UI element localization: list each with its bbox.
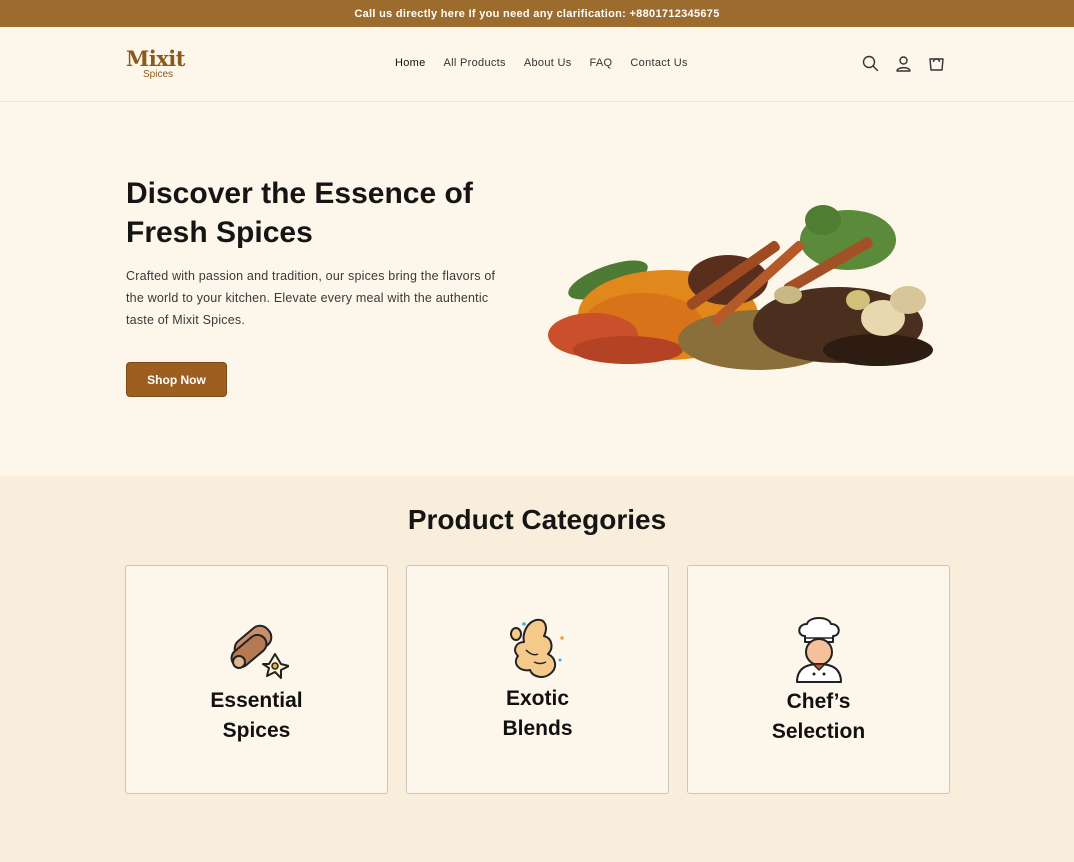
cinnamon-icon bbox=[230, 624, 289, 679]
main-nav: Home All Products About Us FAQ Contact U… bbox=[395, 57, 688, 69]
ginger-icon bbox=[509, 618, 564, 678]
brand-logo[interactable]: Mixit Spices bbox=[126, 48, 196, 82]
nav-all-products[interactable]: All Products bbox=[444, 57, 506, 69]
chef-icon bbox=[795, 617, 842, 683]
category-label-line2: Spices bbox=[222, 719, 291, 742]
section-heading: Product Categories bbox=[407, 504, 667, 535]
hero-section: Discover the Essence of Fresh Spices Cra… bbox=[0, 102, 1074, 476]
category-label-line2: Selection bbox=[771, 720, 866, 743]
hero-title: Discover the Essence of Fresh Spices bbox=[126, 177, 473, 249]
category-label-line1: Chef’s bbox=[786, 690, 851, 713]
account-icon[interactable] bbox=[894, 54, 913, 73]
category-label-line2: Blends bbox=[502, 717, 573, 740]
category-label-line1: Exotic bbox=[505, 687, 570, 710]
search-icon[interactable] bbox=[861, 54, 880, 73]
nav-about-us[interactable]: About Us bbox=[524, 57, 572, 69]
header-icons bbox=[861, 54, 946, 73]
spice-pile-image bbox=[548, 205, 933, 370]
product-categories-section: Product Categories Essential Spices Exot… bbox=[0, 476, 1074, 862]
announcement-bar: Call us directly here If you need any cl… bbox=[0, 0, 1074, 27]
cart-icon[interactable] bbox=[927, 54, 946, 73]
category-card-chefs-selection[interactable]: Chef’s Selection bbox=[687, 565, 950, 794]
shop-now-button[interactable]: Shop Now bbox=[126, 362, 227, 397]
announcement-text: Call us directly here If you need any cl… bbox=[354, 7, 720, 20]
category-card-exotic-blends[interactable]: Exotic Blends bbox=[406, 565, 669, 794]
category-card-essential-spices[interactable]: Essential Spices bbox=[125, 565, 388, 794]
nav-contact-us[interactable]: Contact Us bbox=[630, 57, 687, 69]
site-header: Mixit Spices Home All Products About Us … bbox=[0, 27, 1074, 102]
nav-home[interactable]: Home bbox=[395, 57, 426, 69]
category-label-line1: Essential bbox=[210, 689, 303, 712]
hero-description: Crafted with passion and tradition, our … bbox=[126, 269, 496, 327]
nav-faq[interactable]: FAQ bbox=[590, 57, 613, 69]
brand-name: Mixit bbox=[126, 46, 185, 71]
brand-tagline: Spices bbox=[143, 69, 174, 80]
